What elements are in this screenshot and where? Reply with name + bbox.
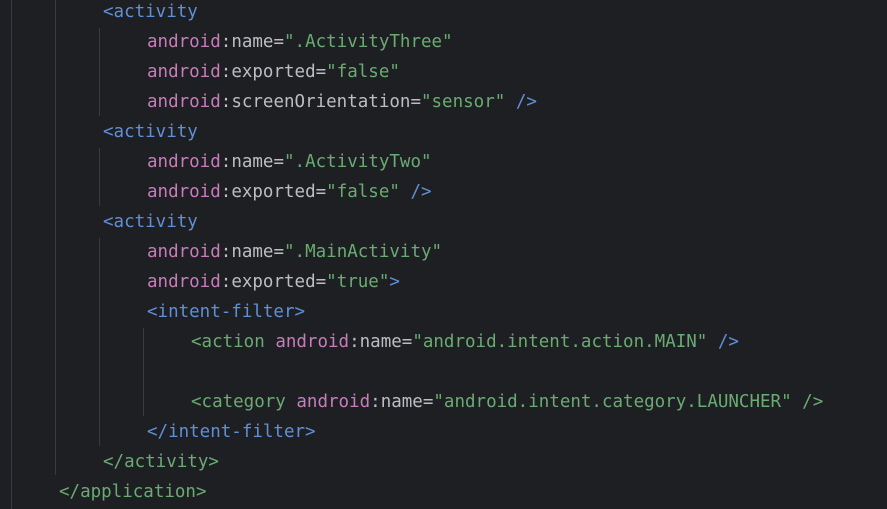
code-token: : xyxy=(349,332,360,352)
code-line[interactable]: android:name=".ActivityThree" xyxy=(147,27,453,57)
code-line[interactable]: <activity xyxy=(103,207,198,237)
code-token: name xyxy=(359,332,402,352)
code-token: = xyxy=(315,62,327,82)
code-line[interactable]: <intent-filter> xyxy=(147,297,305,327)
code-token: : xyxy=(220,152,232,172)
code-token: = xyxy=(410,92,421,112)
code-token: = xyxy=(273,32,285,52)
code-line[interactable]: <category android:name="android.intent.c… xyxy=(191,387,823,417)
indent-guide-activity-1 xyxy=(99,28,100,116)
code-token: ".ActivityThree" xyxy=(284,32,453,52)
code-token: </activity> xyxy=(103,452,219,472)
code-token: <activity xyxy=(103,2,198,22)
code-token: : xyxy=(370,392,381,412)
code-token: android xyxy=(296,392,371,412)
code-token: <category xyxy=(191,392,286,412)
code-line[interactable]: android:name=".MainActivity" xyxy=(147,237,442,267)
code-token: /> xyxy=(707,332,739,352)
code-token: : xyxy=(220,272,232,292)
code-editor[interactable]: <activity android:name=".ActivityThree" an… xyxy=(0,0,887,509)
code-token: android xyxy=(147,182,221,202)
code-token: /> xyxy=(399,182,432,202)
code-token: /> xyxy=(791,392,824,412)
code-line[interactable]: android:exported="false" /> xyxy=(147,177,432,207)
code-line[interactable]: android:exported="true"> xyxy=(147,267,400,297)
code-line[interactable]: <action android:name="android.intent.act… xyxy=(191,327,739,357)
code-token: name xyxy=(231,242,274,262)
code-line[interactable]: android:name=".ActivityTwo" xyxy=(147,147,432,177)
code-token: "true" xyxy=(326,272,390,292)
code-token: "android.intent.category.LAUNCHER" xyxy=(433,392,792,412)
code-token: "false" xyxy=(326,182,400,202)
indent-guide-application xyxy=(55,0,56,475)
code-token: name xyxy=(231,152,274,172)
code-token: </intent-filter> xyxy=(147,422,316,442)
code-token: exported xyxy=(231,62,316,82)
code-line[interactable]: <activity xyxy=(103,117,198,147)
code-token: = xyxy=(422,392,434,412)
code-line[interactable]: <activity xyxy=(103,0,198,27)
code-token: exported xyxy=(231,182,316,202)
code-token: "false" xyxy=(326,62,400,82)
code-line[interactable]: </intent-filter> xyxy=(147,417,316,447)
code-token: = xyxy=(273,152,285,172)
code-token: : xyxy=(220,32,232,52)
code-token: android xyxy=(147,92,221,112)
code-token: : xyxy=(220,182,232,202)
code-token: name xyxy=(380,392,423,412)
code-token: android xyxy=(147,242,221,262)
code-token: <action xyxy=(191,332,265,352)
code-token: = xyxy=(315,272,327,292)
code-token: : xyxy=(220,242,232,262)
code-token: android xyxy=(147,32,221,52)
code-token: <intent-filter> xyxy=(147,302,306,322)
code-token: screenOrientation xyxy=(231,92,411,112)
code-token: <activity xyxy=(103,212,198,232)
code-token: ".MainActivity" xyxy=(284,242,443,262)
code-token: = xyxy=(273,242,285,262)
code-token: android xyxy=(275,332,350,352)
code-token: exported xyxy=(231,272,316,292)
code-token: <activity xyxy=(103,122,198,142)
code-token: /> xyxy=(505,92,537,112)
code-token: name xyxy=(231,32,274,52)
code-token: </application> xyxy=(59,482,207,502)
code-line[interactable]: android:exported="false" xyxy=(147,57,400,87)
code-token: = xyxy=(315,182,327,202)
code-token: "sensor" xyxy=(420,92,506,112)
code-token: = xyxy=(401,332,413,352)
indent-guide-activity-2 xyxy=(99,148,100,206)
code-token: : xyxy=(220,62,232,82)
code-token: ".ActivityTwo" xyxy=(284,152,432,172)
indent-guide-intent-filter xyxy=(143,328,144,416)
code-token: android xyxy=(147,152,221,172)
code-token: "android.intent.action.MAIN" xyxy=(412,332,708,352)
code-token: android xyxy=(147,62,221,82)
code-token: android xyxy=(147,272,221,292)
code-line[interactable]: </activity> xyxy=(103,447,219,477)
indent-guide-left-edge xyxy=(11,0,12,509)
code-token: : xyxy=(220,92,232,112)
code-line[interactable]: </application> xyxy=(59,477,207,507)
code-token: > xyxy=(389,272,400,292)
indent-guide-activity-3 xyxy=(99,238,100,446)
code-line[interactable]: android:screenOrientation="sensor" /> xyxy=(147,87,537,117)
